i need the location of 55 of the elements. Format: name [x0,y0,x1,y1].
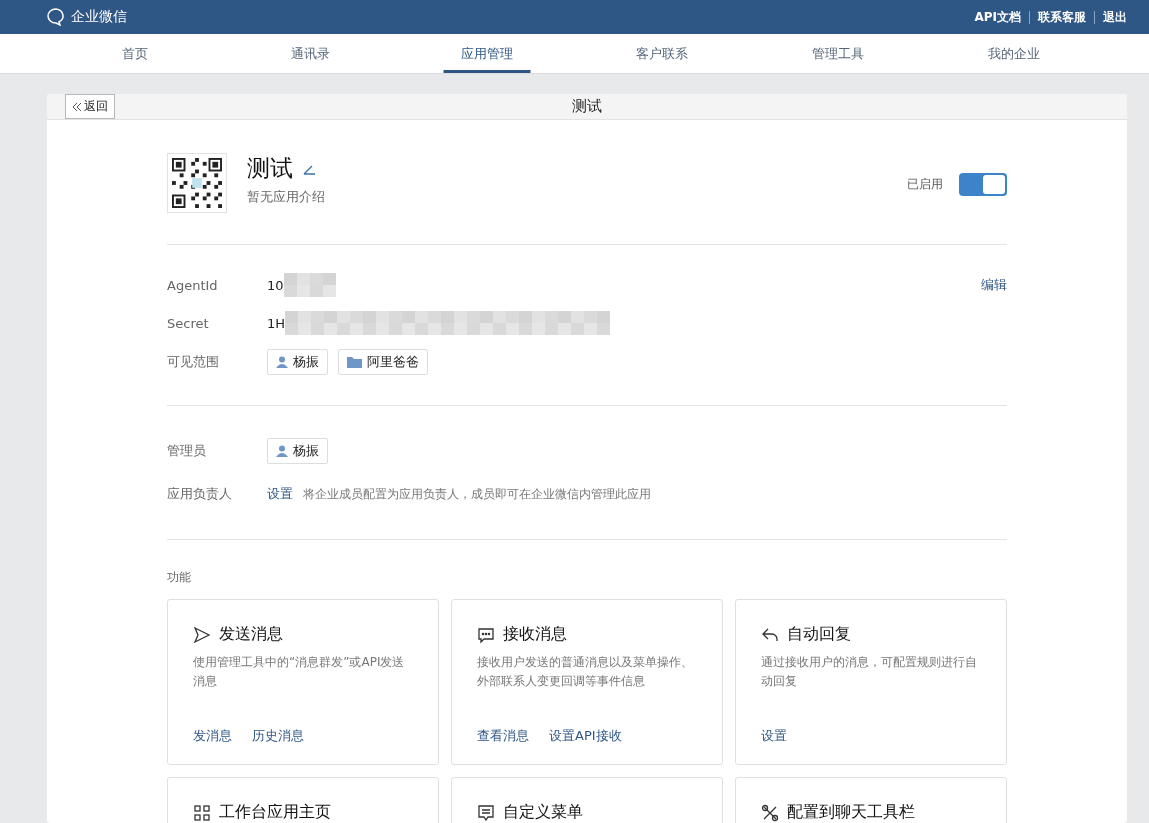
send-icon [193,625,211,644]
edit-link[interactable]: 编辑 [981,276,1007,294]
field-label: Secret [167,315,210,331]
field-label: 可见范围 [167,353,220,371]
nav-tab[interactable]: 首页 [47,34,223,73]
hint-text: 将企业成员配置为应用负责人，成员即可在企业微信内管理此应用 [303,485,651,503]
grid-icon [193,803,211,822]
feature-link[interactable]: 发消息 [193,727,232,745]
field-label: AgentId [167,277,219,293]
feature-description: 使用管理工具中的“消息群发”或API发送消息 [193,654,406,690]
menu-icon [477,803,495,822]
top-link[interactable]: 退出 [1094,10,1127,24]
section-heading: 功能 [167,569,192,586]
top-link[interactable]: 联系客服 [1029,10,1094,24]
tag-text: 阿里爸爸 [367,353,419,371]
field-value: 1H [267,315,286,331]
field-label: 应用负责人 [167,485,233,503]
nav-tab[interactable]: 管理工具 [750,34,927,73]
person-icon [276,445,288,457]
back-button[interactable]: 返回 [65,94,115,119]
redacted-drawing [283,273,336,297]
qr-code-icon [167,153,227,213]
nav-tab[interactable]: 客户联系 [574,34,751,73]
chat-icon [477,625,495,644]
feature-description: 通过接收用户的消息，可配置规则进行自动回复 [761,654,978,690]
tag-text: 杨振 [293,353,319,371]
person-icon [276,356,288,368]
feature-title: 配置到聊天工具栏 [787,802,915,823]
nav-tab[interactable]: 我的企业 [926,34,1102,73]
nav-tab[interactable]: 应用管理 [398,34,575,73]
feature-title: 自动回复 [787,624,851,645]
folder-icon [347,356,362,368]
feature-description: 接收用户发送的普通消息以及菜单操作、外部联系人变更回调等事件信息 [477,654,694,690]
top-link[interactable]: API文档 [966,10,1029,24]
nav-tab[interactable]: 通讯录 [222,34,399,73]
feature-link[interactable]: 历史消息 [252,727,304,745]
feature-title: 接收消息 [503,624,567,645]
feature-title: 发送消息 [219,624,283,645]
field-value: 10 [267,277,284,293]
feature-title: 自定义菜单 [503,802,583,823]
logo-text: 企业微信 [71,8,127,26]
tag-text: 杨振 [293,442,319,460]
enable-toggle[interactable] [959,173,1007,196]
chat-bubble-icon [47,8,67,26]
app-name: 测试 [247,154,293,183]
field-label: 管理员 [167,442,207,460]
feature-link[interactable]: 查看消息 [477,727,529,745]
feature-link[interactable]: 设置 [761,727,787,745]
status-label: 已启用 [907,176,943,193]
double-chevron-icon [72,101,82,112]
page-title: 测试 [572,97,602,116]
feature-link[interactable]: 设置API接收 [549,727,622,745]
feature-title: 工作台应用主页 [219,802,331,823]
app-intro: 暂无应用介绍 [247,188,326,206]
set-link[interactable]: 设置 [267,485,293,503]
